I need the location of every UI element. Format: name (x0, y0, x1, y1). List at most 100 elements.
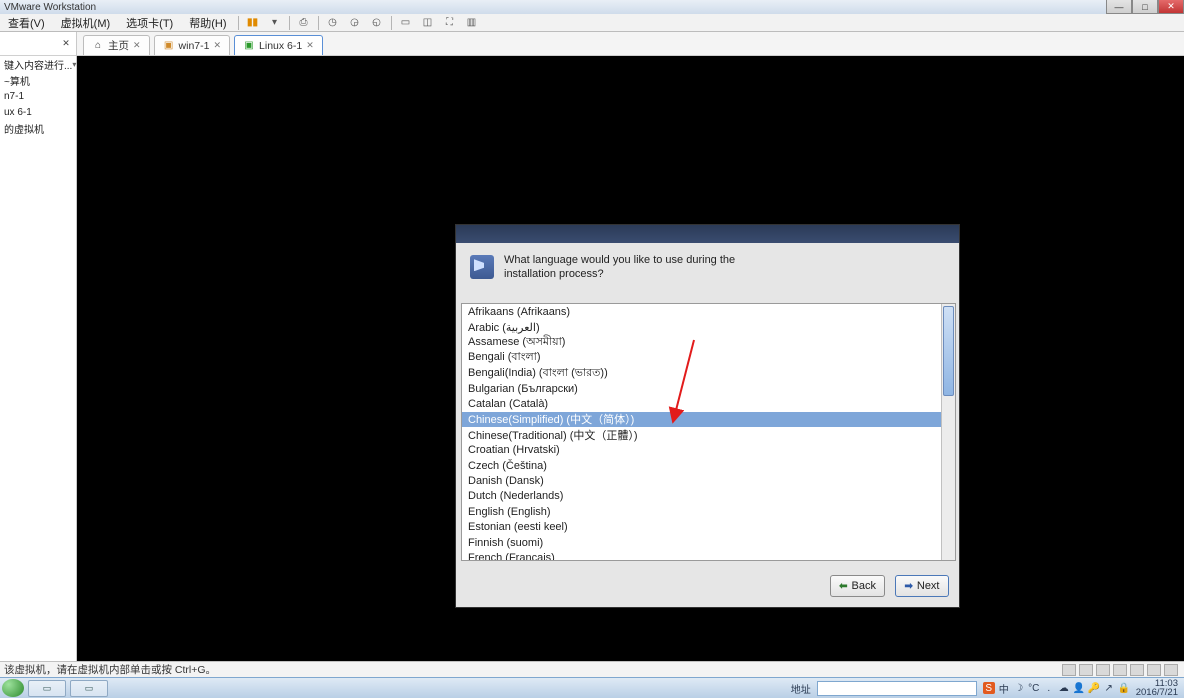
tab-close-icon[interactable]: ✕ (213, 40, 221, 51)
arrow-left-icon: ⬅ (839, 581, 847, 592)
chevron-down-icon: ▾ (72, 60, 76, 69)
windows-taskbar: ▭ ▭ 地址 S中☽°C.☁👤🔑↗🔒 11:03 2016/7/21 (0, 677, 1184, 698)
back-button[interactable]: ⬅ Back (830, 575, 885, 597)
vmware-statusbar: 该虚拟机，请在虚拟机内部单击或按 Ctrl+G。 (0, 661, 1184, 677)
language-option[interactable]: English (English) (462, 504, 955, 519)
start-button[interactable] (2, 679, 24, 697)
device-icon[interactable] (1164, 664, 1178, 676)
maximize-button[interactable]: □ (1132, 0, 1158, 14)
installer-question-line1: What language would you like to use duri… (504, 253, 735, 267)
language-option[interactable]: Dutch (Nederlands) (462, 489, 955, 504)
dropdown-icon[interactable]: ▾ (267, 16, 283, 30)
device-icon[interactable] (1079, 664, 1093, 676)
language-option[interactable]: Bulgarian (Български) (462, 381, 955, 396)
home-icon: ⌂ (92, 40, 104, 52)
tab-close-icon[interactable]: ✕ (306, 40, 314, 51)
language-option[interactable]: French (Français) (462, 550, 955, 561)
tray-icon[interactable]: 👤 (1073, 682, 1085, 694)
window-controls: — □ ✕ (1106, 0, 1184, 14)
sidebar-search-label: 键入内容进行... (4, 57, 72, 72)
tray-icon[interactable]: ↗ (1103, 682, 1115, 694)
language-option[interactable]: Bengali(India) (বাংলা (ভারত)) (462, 366, 955, 381)
status-text: 该虚拟机，请在虚拟机内部单击或按 Ctrl+G。 (0, 662, 216, 677)
next-label: Next (917, 580, 940, 592)
manage-icon[interactable]: ◵ (369, 16, 385, 30)
language-option[interactable]: Danish (Dansk) (462, 473, 955, 488)
device-icon[interactable] (1062, 664, 1076, 676)
taskbar-app[interactable]: ▭ (28, 680, 66, 697)
tray-icon[interactable]: 🔑 (1088, 682, 1100, 694)
tray-icon[interactable]: . (1043, 682, 1055, 694)
tray-icon[interactable]: ☁ (1058, 682, 1070, 694)
arrow-right-icon: ➡ (904, 581, 912, 592)
back-label: Back (852, 580, 876, 592)
installer-button-row: ⬅ Back ➡ Next (830, 575, 949, 597)
sidebar-item-win7[interactable]: n7-1 (0, 88, 76, 104)
tab-linux6[interactable]: ▣ Linux 6-1 ✕ (234, 35, 323, 55)
sidebar-item-computer[interactable]: ~算机 (0, 72, 76, 88)
pause-icon[interactable]: ▮▮ (245, 16, 261, 30)
device-icon[interactable] (1130, 664, 1144, 676)
language-option[interactable]: Finnish (suomi) (462, 535, 955, 550)
vm-running-icon: ▣ (243, 40, 255, 52)
unity-icon[interactable]: ◫ (420, 16, 436, 30)
tab-label: win7-1 (179, 40, 210, 52)
close-button[interactable]: ✕ (1158, 0, 1184, 14)
sidebar-header: ✕ (0, 32, 76, 56)
tab-close-icon[interactable]: ✕ (133, 40, 141, 51)
status-device-icons (1062, 664, 1184, 676)
tray-icon[interactable]: °C (1028, 682, 1040, 694)
tray-icon[interactable]: S (983, 682, 995, 694)
language-option[interactable]: Catalan (Català) (462, 396, 955, 411)
system-tray: S中☽°C.☁👤🔑↗🔒 (983, 682, 1130, 694)
toolbar-separator (289, 16, 290, 30)
taskbar-app[interactable]: ▭ (70, 680, 108, 697)
snapshot-icon[interactable]: ⎙ (296, 16, 312, 30)
device-icon[interactable] (1096, 664, 1110, 676)
language-option[interactable]: Czech (Čeština) (462, 458, 955, 473)
scrollbar-thumb[interactable] (943, 306, 954, 396)
tab-label: 主页 (108, 38, 129, 53)
revert-icon[interactable]: ◶ (347, 16, 363, 30)
taskbar-clock[interactable]: 11:03 2016/7/21 (1136, 679, 1178, 698)
language-option[interactable]: Croatian (Hrvatski) (462, 443, 955, 458)
tray-icon[interactable]: ☽ (1013, 682, 1025, 694)
device-icon[interactable] (1147, 664, 1161, 676)
toolbar-separator (318, 16, 319, 30)
tab-home[interactable]: ⌂ 主页 ✕ (83, 35, 150, 55)
clock-icon[interactable]: ◷ (325, 16, 341, 30)
device-icon[interactable] (1113, 664, 1127, 676)
language-option[interactable]: Chinese(Traditional) (中文（正體）) (462, 427, 955, 442)
installer-header: What language would you like to use duri… (456, 243, 959, 288)
menu-vm[interactable]: 虚拟机(M) (53, 13, 119, 33)
menu-tabs[interactable]: 选项卡(T) (118, 13, 181, 33)
sidebar-item-shared[interactable]: 的虚拟机 (0, 120, 76, 136)
menu-help[interactable]: 帮助(H) (181, 13, 234, 33)
sidebar-item-linux6[interactable]: ux 6-1 (0, 104, 76, 120)
minimize-button[interactable]: — (1106, 0, 1132, 14)
tray-icon[interactable]: 🔒 (1118, 682, 1130, 694)
language-option[interactable]: Estonian (eesti keel) (462, 519, 955, 534)
tab-win7[interactable]: ▣ win7-1 ✕ (154, 35, 230, 55)
clock-date: 2016/7/21 (1136, 688, 1178, 698)
vm-display[interactable]: What language would you like to use duri… (77, 56, 1184, 661)
toolbar-separator (391, 16, 392, 30)
thumbnail-icon[interactable]: ▥ (464, 16, 480, 30)
sidebar-close-icon[interactable]: ✕ (60, 38, 72, 50)
sidebar-search[interactable]: 键入内容进行... ▾ (0, 56, 76, 72)
menubar: 查看(V) 虚拟机(M) 选项卡(T) 帮助(H) ▮▮ ▾ ⎙ ◷ ◶ ◵ ▭… (0, 14, 1184, 32)
fullscreen-icon[interactable]: ⛶ (442, 16, 458, 30)
menu-view[interactable]: 查看(V) (0, 13, 53, 33)
fit-icon[interactable]: ▭ (398, 16, 414, 30)
language-option[interactable]: Chinese(Simplified) (中文（简体）) (462, 412, 955, 427)
scrollbar[interactable] (941, 304, 955, 560)
address-input[interactable] (817, 681, 977, 696)
taskbar-right: 地址 S中☽°C.☁👤🔑↗🔒 11:03 2016/7/21 (791, 679, 1184, 698)
language-option[interactable]: Afrikaans (Afrikaans) (462, 304, 955, 319)
tray-icon[interactable]: 中 (998, 682, 1010, 694)
tab-label: Linux 6-1 (259, 40, 302, 52)
address-label: 地址 (791, 681, 811, 696)
next-button[interactable]: ➡ Next (895, 575, 949, 597)
tabstrip: ⌂ 主页 ✕ ▣ win7-1 ✕ ▣ Linux 6-1 ✕ (77, 32, 1184, 56)
language-list[interactable]: Afrikaans (Afrikaans)Arabic (العربية)Ass… (461, 303, 956, 561)
